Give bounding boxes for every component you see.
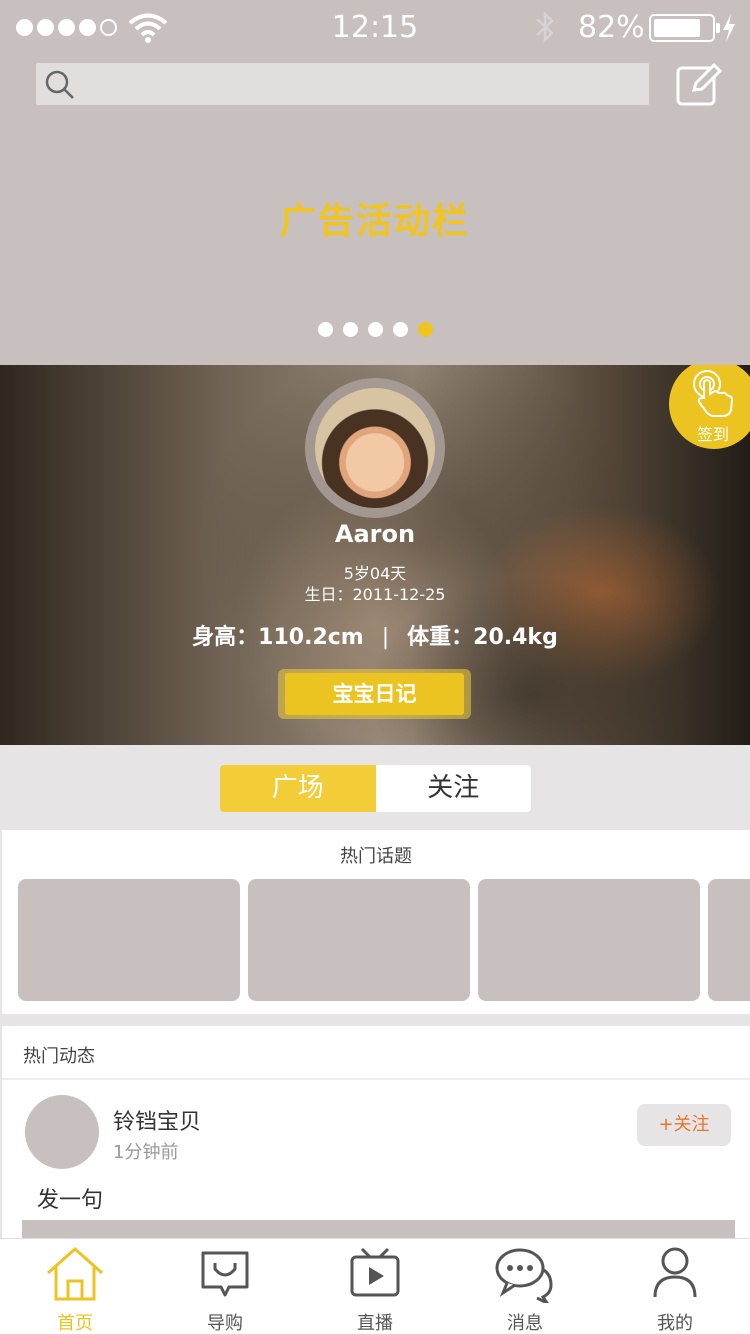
nav-messages-label: 消息: [507, 1313, 543, 1334]
search-input[interactable]: [88, 63, 638, 105]
top-banner-area: 12:15 82% 广告活动栏: [0, 0, 750, 365]
battery-icon: [649, 14, 720, 42]
banner-title[interactable]: 广告活动栏: [0, 192, 750, 244]
follow-button[interactable]: +关注: [637, 1104, 731, 1146]
banner-pagination: [318, 322, 433, 337]
topic-card[interactable]: [708, 879, 750, 1001]
stats-separator: |: [381, 625, 390, 650]
topic-card[interactable]: [248, 879, 470, 1001]
post-avatar[interactable]: [25, 1095, 99, 1169]
charging-icon: [723, 14, 735, 42]
tap-hand-icon: [693, 370, 734, 417]
search-bar[interactable]: [36, 63, 649, 105]
baby-birthday: 生日：2011-12-25: [304, 585, 446, 604]
baby-diary-label: 宝宝日记: [285, 673, 464, 715]
nav-messages[interactable]: 消息: [450, 1239, 600, 1334]
nav-shopping-guide[interactable]: 导购: [150, 1239, 300, 1334]
tab-following[interactable]: 关注: [375, 765, 531, 812]
nav-home[interactable]: 首页: [0, 1239, 150, 1334]
banner-dot[interactable]: [343, 322, 358, 337]
avatar[interactable]: [305, 378, 445, 518]
nav-live-label: 直播: [357, 1313, 393, 1334]
post-time: 1分钟前: [113, 1142, 179, 1163]
nav-me-label: 我的: [657, 1313, 693, 1334]
bluetooth-icon: [536, 10, 554, 44]
baby-height: 身高：110.2cm: [192, 625, 364, 650]
avatar-photo: [315, 388, 435, 508]
baby-stats: 身高：110.2cm | 体重：20.4kg: [0, 619, 750, 651]
nav-shopping-guide-label: 导购: [207, 1313, 243, 1334]
banner-dot-active[interactable]: [418, 322, 433, 337]
banner-dot[interactable]: [393, 322, 408, 337]
hot-topics-title: 热门话题: [340, 846, 412, 867]
live-tv-icon: [350, 1247, 400, 1297]
banner-dot[interactable]: [318, 322, 333, 337]
status-bar: 12:15 82%: [0, 0, 750, 56]
search-icon: [45, 70, 74, 99]
topic-card[interactable]: [478, 879, 700, 1001]
post-text: 发一句: [37, 1188, 104, 1213]
nav-live[interactable]: 直播: [300, 1239, 450, 1334]
nav-home-label: 首页: [57, 1313, 93, 1334]
home-icon: [47, 1246, 103, 1301]
baby-diary-button[interactable]: 宝宝日记: [278, 669, 471, 719]
shopping-guide-icon: [201, 1251, 249, 1297]
nav-me[interactable]: 我的: [600, 1239, 750, 1334]
compose-icon[interactable]: [674, 60, 724, 108]
post-username[interactable]: 铃铛宝贝: [113, 1104, 201, 1136]
baby-weight: 体重：20.4kg: [407, 625, 558, 650]
divider: [2, 1078, 750, 1080]
battery-percent: 82%: [578, 10, 645, 45]
baby-name: Aaron: [334, 520, 416, 548]
banner-dot[interactable]: [368, 322, 383, 337]
bottom-navigation: 首页 导购 直播 消息 我的: [0, 1238, 750, 1334]
topic-card[interactable]: [18, 879, 240, 1001]
tab-square[interactable]: 广场: [220, 765, 376, 812]
hot-feed-section: 热门动态 铃铛宝贝 1分钟前 +关注 发一句: [2, 1026, 750, 1250]
message-icon: [495, 1248, 553, 1303]
profile-icon: [653, 1247, 697, 1298]
hot-feed-title: 热门动态: [23, 1046, 95, 1067]
hot-topics-section: 热门话题: [2, 830, 750, 1014]
checkin-label: 签到: [697, 425, 730, 444]
feed-tabs: 广场 关注: [220, 765, 531, 812]
baby-profile-card: 签到 Aaron 5岁04天 生日：2011-12-25 身高：110.2cm |…: [0, 365, 750, 745]
